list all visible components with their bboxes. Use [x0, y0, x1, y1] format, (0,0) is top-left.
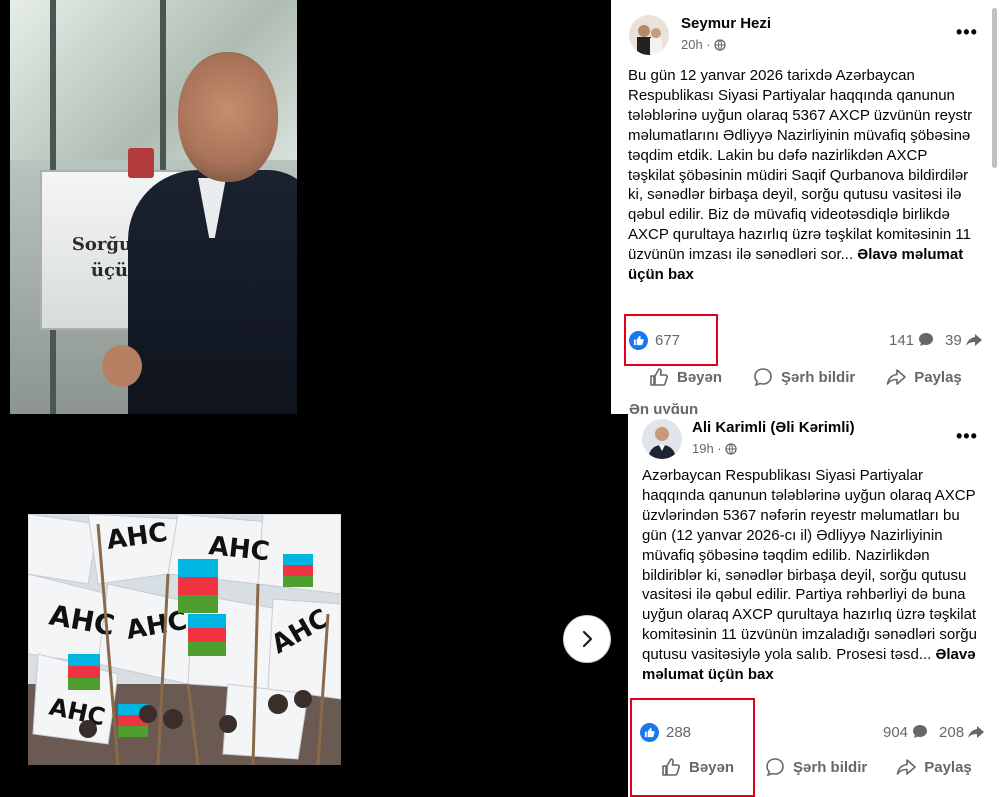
post-text: Bu gün 12 yanvar 2026 tarixdə Azərbaycan…	[628, 66, 973, 285]
comment-button[interactable]: Şərh bildir	[764, 756, 867, 778]
like-reaction-icon	[629, 331, 648, 350]
author-avatar[interactable]	[642, 419, 682, 459]
comment-icon	[754, 368, 772, 387]
comments-count-link[interactable]: 904	[883, 723, 929, 741]
comment-label: Şərh bildir	[781, 368, 856, 386]
more-options-button[interactable]: •••	[956, 22, 978, 43]
scrollbar[interactable]	[992, 8, 997, 168]
man-head	[178, 52, 278, 182]
like-button[interactable]: Bəyən	[660, 756, 734, 778]
post-text: Azərbaycan Respublikası Siyasi Partiyala…	[642, 466, 987, 685]
thumbs-up-icon	[662, 758, 680, 776]
author-name[interactable]: Ali Karimli (Əli Kərimli)	[692, 419, 855, 436]
post-body: Bu gün 12 yanvar 2026 tarixdə Azərbaycan…	[628, 67, 973, 264]
more-options-button[interactable]: •••	[956, 426, 978, 447]
thumbs-up-icon	[650, 368, 668, 386]
post-actions: Bəyən Şərh bildir Paylaş	[660, 756, 972, 778]
post-card-seymur: Seymur Hezi 20h · ••• Bu gün 12 yanvar 2…	[611, 0, 1000, 414]
post-body: Azərbaycan Respublikası Siyasi Partiyala…	[642, 467, 977, 664]
flags-illustration: AHC AHC AHC AHC AHC AHC	[28, 514, 341, 765]
like-label: Bəyən	[689, 758, 735, 776]
highlight-box	[630, 698, 755, 797]
reactions-summary[interactable]: 288	[640, 723, 691, 742]
post-card-ali-karimli: Ali Karimli (Əli Kərimli) 19h · ••• Azər…	[628, 414, 1000, 797]
share-icon	[896, 759, 917, 775]
post-time[interactable]: 19h ·	[692, 441, 722, 456]
post-time[interactable]: 20h ·	[681, 37, 711, 52]
likes-count: 288	[666, 724, 692, 741]
author-name[interactable]: Seymur Hezi	[681, 15, 771, 32]
comment-label: Şərh bildir	[793, 758, 868, 776]
shares-count: 39	[945, 331, 962, 349]
like-button[interactable]: Bəyən	[648, 366, 722, 388]
chevron-right-icon	[582, 630, 593, 648]
engagement-counts: 904 208	[883, 723, 985, 741]
comment-bubble-icon	[913, 725, 928, 738]
like-reaction-icon	[640, 723, 659, 742]
share-label: Paylaş	[914, 368, 962, 386]
comments-count: 904	[883, 723, 909, 741]
post-photo-man-with-box[interactable]: Sorğular üçün	[10, 0, 297, 414]
comment-bubble-icon	[919, 333, 934, 346]
share-icon	[886, 369, 907, 385]
post-meta: 20h ·	[681, 37, 726, 52]
comment-icon	[766, 758, 784, 777]
post-meta: 19h ·	[692, 441, 737, 456]
likes-count: 677	[655, 332, 681, 349]
post-photo-flags-crowd[interactable]: AHC AHC AHC AHC AHC AHC	[28, 514, 341, 765]
post-actions: Bəyən Şərh bildir Paylaş	[648, 366, 962, 388]
comment-sort-dropdown[interactable]: Ən uyğun	[629, 401, 698, 414]
share-arrow-icon	[965, 334, 982, 346]
like-label: Bəyən	[677, 368, 723, 386]
man-hand	[102, 345, 142, 387]
comments-count: 141	[889, 331, 915, 349]
shares-count-link[interactable]: 208	[939, 723, 985, 741]
globe-icon	[724, 442, 737, 455]
comments-count-link[interactable]: 141	[889, 331, 935, 349]
share-arrow-icon	[968, 726, 985, 738]
comment-button[interactable]: Şərh bildir	[752, 366, 855, 388]
shares-count: 208	[939, 723, 965, 741]
shares-count-link[interactable]: 39	[945, 331, 983, 349]
engagement-counts: 141 39	[889, 331, 983, 349]
share-label: Paylaş	[924, 758, 972, 776]
reactions-summary[interactable]: 677	[629, 331, 680, 350]
globe-icon	[713, 38, 726, 51]
next-photo-button[interactable]	[563, 615, 611, 663]
red-cup	[128, 148, 154, 178]
author-avatar[interactable]	[629, 15, 669, 55]
share-button[interactable]: Paylaş	[895, 756, 972, 778]
share-button[interactable]: Paylaş	[885, 366, 962, 388]
